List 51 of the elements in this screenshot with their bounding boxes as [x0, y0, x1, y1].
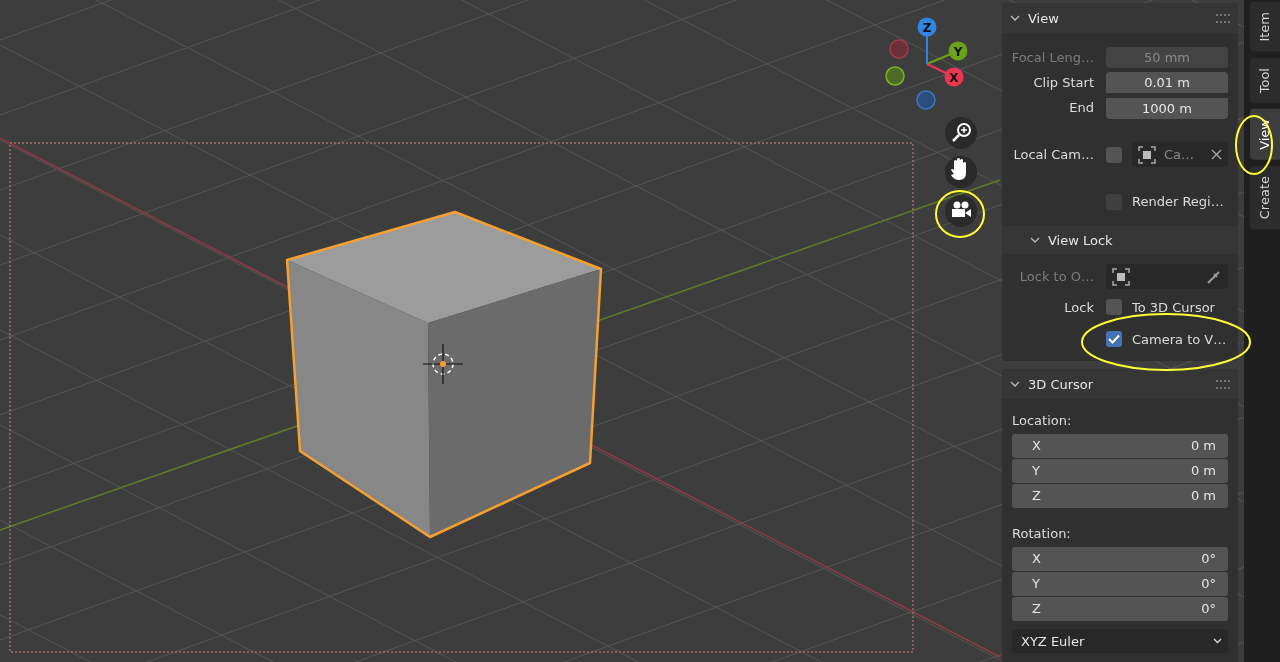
crosshair-icon [422, 343, 464, 385]
grip-icon[interactable] [1216, 379, 1230, 389]
close-icon[interactable] [1211, 149, 1222, 160]
camera-icon[interactable] [945, 195, 977, 227]
object-icon [1138, 145, 1156, 164]
checkbox[interactable] [1106, 331, 1122, 347]
sidebar-tab[interactable]: Item [1250, 2, 1280, 52]
panel-title: View [1028, 10, 1060, 26]
vector-field[interactable]: Z 0° [1012, 597, 1228, 621]
rotation-mode-dropdown[interactable]: XYZ Euler [1012, 629, 1228, 653]
object-field[interactable] [1106, 264, 1228, 289]
field-label: Lock to O… [1018, 269, 1095, 284]
camera-field[interactable]: Ca… [1132, 142, 1228, 167]
number-field[interactable]: 0.01 m [1106, 72, 1228, 93]
checkbox-label: Render Regi… [1132, 194, 1224, 209]
checkbox-label: To 3D Cursor [1132, 299, 1215, 315]
caret-icon [1213, 638, 1222, 644]
highlight-ellipse [935, 190, 985, 238]
axis-label: Y [953, 44, 963, 59]
field-label: Lock [1064, 299, 1094, 315]
checkbox[interactable] [1106, 146, 1122, 163]
vector-field[interactable]: X 0 m [1012, 434, 1228, 458]
field-label: Local Cam… [1012, 147, 1095, 162]
chevron-icon[interactable] [1010, 381, 1020, 387]
panel-title: 3D Cursor [1028, 376, 1095, 392]
grip-icon[interactable] [1216, 13, 1230, 23]
axis-label: Z [922, 20, 932, 35]
checkbox[interactable] [1106, 299, 1122, 315]
vector-field[interactable]: Y 0 m [1012, 459, 1228, 483]
axis-label: X [949, 70, 959, 85]
sidebar-tab[interactable]: View [1250, 108, 1280, 160]
number-field[interactable]: 1000 m [1106, 98, 1228, 119]
object-icon [1112, 267, 1130, 286]
vector-field[interactable]: Y 0° [1012, 572, 1228, 596]
eyedropper-icon[interactable] [1206, 268, 1222, 285]
zoom-icon[interactable] [945, 117, 977, 149]
subpanel-title: View Lock [1048, 232, 1114, 248]
sidebar-tab[interactable]: Create [1250, 165, 1280, 229]
chevron-icon[interactable] [1030, 237, 1040, 243]
field-label: Focal Leng… [1010, 50, 1095, 65]
group-label: Location: [1011, 412, 1073, 430]
field-label: End [1068, 100, 1095, 115]
sidebar-tab[interactable]: Tool [1250, 57, 1280, 103]
checkbox-label: Camera to V… [1132, 331, 1227, 347]
highlight-ellipse [1235, 115, 1273, 175]
vector-field[interactable]: Z 0 m [1012, 484, 1228, 508]
chevron-icon[interactable] [1010, 15, 1020, 21]
vector-field[interactable]: X 0° [1012, 547, 1228, 571]
group-label: Rotation: [1011, 525, 1072, 543]
hand-icon[interactable] [945, 156, 977, 188]
field-label: Clip Start [1032, 75, 1095, 90]
